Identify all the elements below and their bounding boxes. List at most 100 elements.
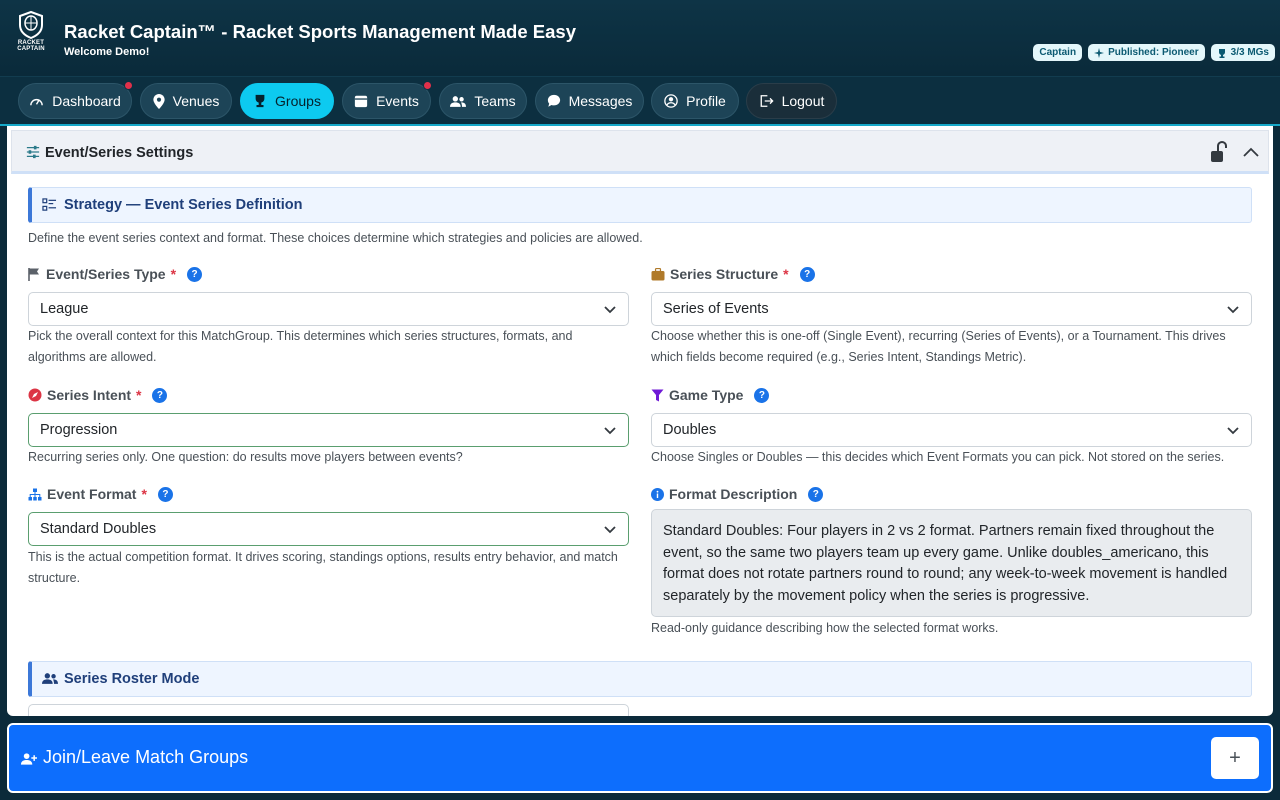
game-type-label: Game Type ? <box>651 387 770 403</box>
calendar-icon <box>354 95 368 108</box>
filter-icon <box>651 389 664 401</box>
strategy-title: Strategy — Event Series Definition <box>64 197 303 213</box>
strategy-description: Define the event series context and form… <box>28 231 643 245</box>
event-series-type-label: Event/Series Type * ? <box>28 266 203 282</box>
event-format-value: Standard Doubles <box>40 521 157 537</box>
event-format-help: This is the actual competition format. I… <box>28 550 618 585</box>
roster-mode-select[interactable] <box>28 704 629 716</box>
series-intent-help: Recurring series only. One question: do … <box>28 450 463 464</box>
nav-teams[interactable]: Teams <box>439 83 527 119</box>
chevron-down-icon <box>1227 306 1239 314</box>
series-structure-label: Series Structure * ? <box>651 266 815 282</box>
nav-venues[interactable]: Venues <box>140 83 232 119</box>
nav-dashboard-label: Dashboard <box>52 93 121 109</box>
sparkle-icon <box>1094 47 1105 58</box>
nav-logout-label: Logout <box>781 93 825 109</box>
compass-icon <box>28 388 42 402</box>
mgs-badge-label: 3/3 MGs <box>1230 47 1269 58</box>
game-type-value: Doubles <box>663 422 717 438</box>
mgs-badge: 3/3 MGs <box>1210 44 1275 61</box>
game-type-text: Game Type <box>669 387 744 403</box>
unlock-icon[interactable] <box>1210 141 1228 163</box>
info-icon <box>651 487 664 501</box>
game-type-select[interactable]: Doubles <box>651 413 1252 447</box>
format-description-box: Standard Doubles: Four players in 2 vs 2… <box>651 509 1252 617</box>
join-leave-panel[interactable]: Join/Leave Match Groups + <box>7 723 1273 793</box>
nav-profile[interactable]: Profile <box>651 83 739 119</box>
add-button[interactable]: + <box>1211 737 1259 779</box>
settings-title: Event/Series Settings <box>45 145 194 161</box>
notification-dot <box>423 81 432 90</box>
app-title: Racket Captain™ - Racket Sports Manageme… <box>64 21 576 42</box>
help-icon[interactable]: ? <box>799 266 815 282</box>
list-check-icon <box>42 198 57 211</box>
user-plus-icon <box>20 753 37 765</box>
format-description-help: Read-only guidance describing how the se… <box>651 621 999 635</box>
briefcase-icon <box>651 267 665 280</box>
event-format-text: Event Format <box>47 486 137 502</box>
trophy-icon <box>1218 48 1225 58</box>
role-badge-label: Captain <box>1039 47 1077 58</box>
welcome-text: Welcome Demo! <box>64 46 150 58</box>
chat-icon <box>547 94 560 107</box>
event-series-type-select[interactable]: League <box>28 292 629 326</box>
join-leave-title: Join/Leave Match Groups <box>43 747 249 767</box>
help-icon[interactable]: ? <box>157 486 173 502</box>
nav-groups[interactable]: Groups <box>240 83 334 119</box>
flag-icon <box>28 268 39 281</box>
logout-icon <box>760 95 774 107</box>
help-icon[interactable]: ? <box>152 387 168 403</box>
event-series-type-value: League <box>40 301 89 317</box>
series-intent-text: Series Intent <box>47 387 132 403</box>
event-series-type-text: Event/Series Type <box>46 266 166 282</box>
required-mark: * <box>783 266 789 282</box>
nav-groups-label: Groups <box>275 93 321 109</box>
logo-text-captain: CAPTAIN <box>17 46 45 52</box>
chevron-down-icon <box>604 427 616 435</box>
map-pin-icon <box>153 93 165 109</box>
nav-logout[interactable]: Logout <box>746 83 837 119</box>
role-badge: Captain <box>1033 44 1083 61</box>
trophy-icon <box>255 94 265 108</box>
required-mark: * <box>170 266 177 282</box>
chevron-down-icon <box>604 306 616 314</box>
app-logo[interactable]: RACKET CAPTAIN <box>12 10 50 58</box>
help-icon[interactable]: ? <box>808 486 824 502</box>
roster-section-header: Series Roster Mode <box>28 661 1252 697</box>
required-mark: * <box>141 486 147 502</box>
help-icon[interactable]: ? <box>187 266 203 282</box>
nav-events-label: Events <box>376 93 419 109</box>
nav-messages-label: Messages <box>568 93 633 109</box>
series-structure-text: Series Structure <box>670 266 779 282</box>
app-header: RACKET CAPTAIN Racket Captain™ - Racket … <box>0 0 1280 76</box>
nav-events[interactable]: Events <box>342 81 432 119</box>
sitemap-icon <box>28 488 42 500</box>
gauge-icon <box>30 98 44 105</box>
chevron-up-icon[interactable] <box>1243 147 1259 157</box>
help-icon[interactable]: ? <box>754 387 770 403</box>
game-type-help: Choose Singles or Doubles — this decides… <box>651 450 1225 464</box>
strategy-section-header: Strategy — Event Series Definition <box>28 187 1252 223</box>
nav-profile-label: Profile <box>686 93 726 109</box>
status-badges: Captain Published: Pioneer 3/3 MGs <box>1033 44 1275 61</box>
main-nav: Dashboard Venues Groups Events Teams Mes… <box>0 76 1280 126</box>
format-description-text: Format Description <box>669 486 798 502</box>
series-intent-label: Series Intent * ? <box>28 387 168 403</box>
racket-shield-icon <box>19 10 43 40</box>
nav-messages[interactable]: Messages <box>535 83 644 119</box>
nav-dashboard[interactable]: Dashboard <box>18 81 133 119</box>
people-icon <box>42 673 58 684</box>
event-format-select[interactable]: Standard Doubles <box>28 512 629 546</box>
series-structure-select[interactable]: Series of Events <box>651 292 1252 326</box>
nav-teams-label: Teams <box>474 93 516 109</box>
sliders-icon <box>26 145 40 159</box>
series-intent-value: Progression <box>40 422 118 438</box>
people-icon <box>450 95 467 107</box>
series-structure-help: Choose whether this is one-off (Single E… <box>651 329 1226 364</box>
published-badge: Published: Pioneer <box>1088 44 1205 61</box>
series-intent-select[interactable]: Progression <box>28 413 629 447</box>
user-circle-icon <box>664 94 678 108</box>
settings-card-header[interactable]: Event/Series Settings <box>11 130 1269 174</box>
format-description-label: Format Description ? <box>651 486 824 502</box>
chevron-down-icon <box>1227 427 1239 435</box>
